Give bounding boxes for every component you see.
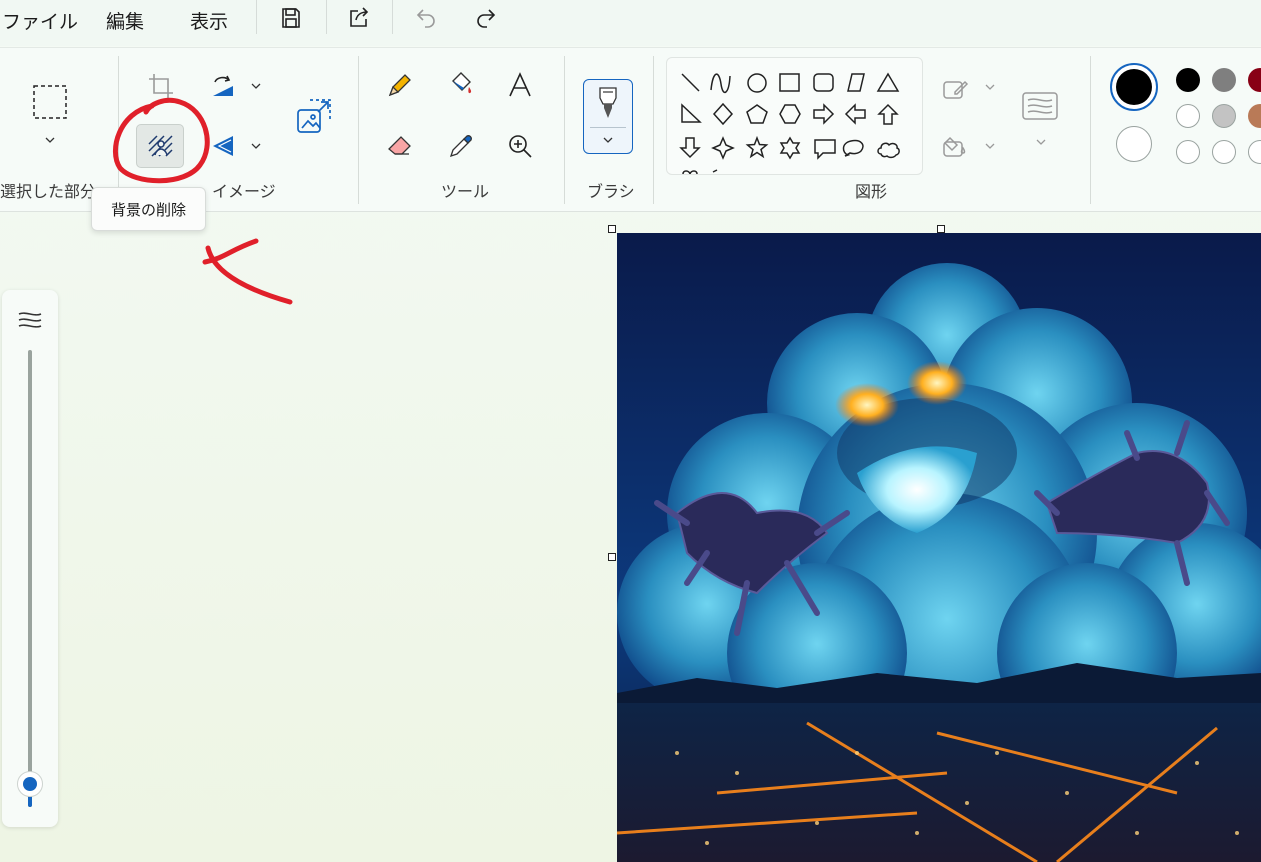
- red-annotation-overlay: [113, 97, 293, 305]
- red-circle-annotation: [113, 97, 210, 184]
- red-arrow-annotation: [202, 238, 293, 305]
